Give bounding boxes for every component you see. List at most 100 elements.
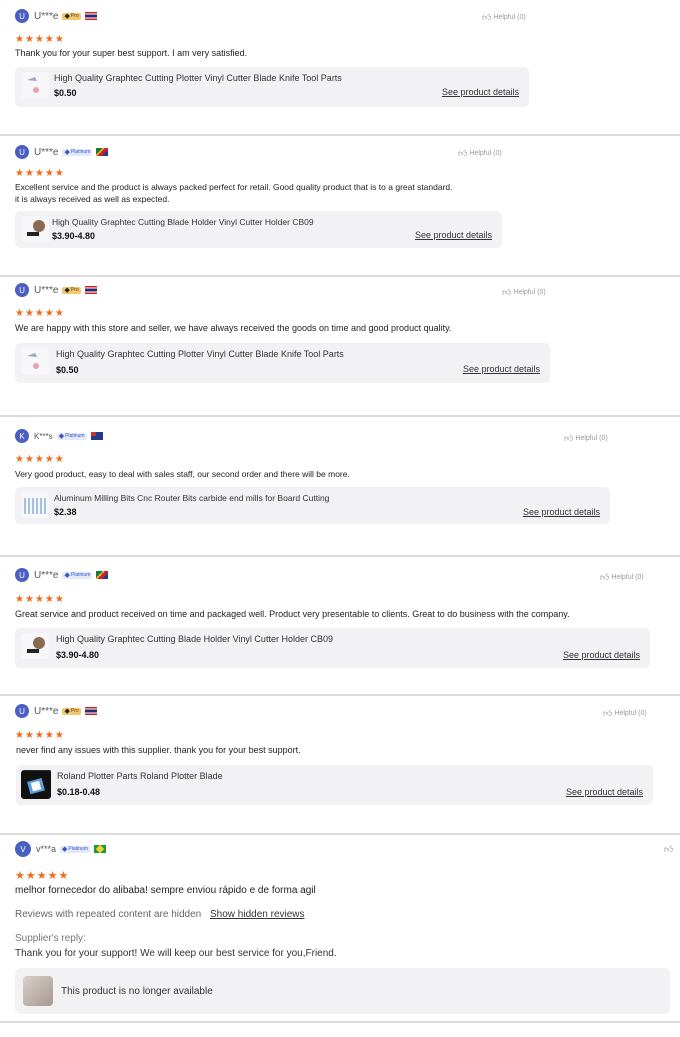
star-rating: ★★★★★ [15, 34, 65, 45]
pro-badge: ◆ Pro [62, 286, 81, 294]
thumbs-up-icon: 👍︎ [502, 287, 512, 297]
thumbs-up-icon: 👍︎ [603, 708, 613, 718]
helpful-button[interactable]: 👍︎ Helpful (0) [564, 433, 608, 444]
product-thumbnail [21, 633, 49, 659]
avatar: U [15, 568, 29, 582]
unavailable-product-card: This product is no longer available [15, 968, 670, 1014]
divider [0, 1021, 680, 1023]
supplier-reply-text: Thank you for your support! We will keep… [15, 948, 337, 959]
product-card[interactable]: High Quality Graphtec Cutting Blade Hold… [15, 211, 502, 248]
helpful-button[interactable]: 👍︎ Helpful (0) [600, 572, 644, 583]
south-africa-flag-icon [96, 148, 109, 156]
reviewer-name: U***e [34, 284, 59, 296]
diamond-icon: ◆ [64, 286, 70, 294]
platinum-badge: ◆ Platinum [62, 148, 93, 156]
product-name[interactable]: High Quality Graphtec Cutting Plotter Vi… [54, 73, 342, 83]
product-price: $0.50 [56, 365, 79, 375]
avatar: K [15, 429, 29, 443]
divider [0, 415, 680, 417]
review-card: U U***e ◆ Pro 👍︎ Helpful (0) ★★★★★ We are … [0, 278, 680, 396]
see-product-details-link[interactable]: See product details [563, 650, 640, 660]
review-card: U U***e ◆ Pro 👍︎ Helpful (0) ★★★★★ Thank y… [0, 0, 680, 118]
divider [0, 555, 680, 557]
reviewer-name: v***a [36, 844, 57, 854]
product-card[interactable]: High Quality Graphtec Cutting Plotter Vi… [15, 67, 529, 107]
review-text: Great service and product received on ti… [15, 609, 570, 619]
see-product-details-link[interactable]: See product details [523, 507, 600, 517]
star-rating: ★★★★★ [15, 870, 70, 882]
product-price: $0.50 [54, 88, 77, 98]
review-text: never find any issues with this supplier… [16, 745, 301, 755]
review-card: U U***e ◆ Platinum 👍︎ Helpful (0) ★★★★★ Ex… [0, 136, 680, 276]
diamond-icon: ◆ [64, 707, 70, 715]
divider [0, 275, 680, 277]
diamond-icon: ◆ [64, 571, 70, 579]
avatar: U [15, 283, 29, 297]
review-text: melhor fornecedor do alibaba! sempre env… [15, 885, 316, 896]
product-thumbnail [21, 72, 49, 98]
thumbs-up-icon: 👍︎ [482, 12, 492, 22]
product-price: $0.18-0.48 [57, 787, 101, 797]
thailand-flag-icon [84, 707, 97, 715]
reviewer-name: U***e [34, 705, 59, 717]
product-thumbnail [21, 770, 51, 799]
review-text: Excellent service and the product is alw… [15, 182, 453, 192]
avatar: V [15, 841, 31, 857]
show-hidden-reviews-link[interactable]: Show hidden reviews [210, 909, 305, 920]
helpful-button[interactable]: 👍︎ Helpful (0) [502, 287, 546, 298]
product-card[interactable]: High Quality Graphtec Cutting Plotter Vi… [15, 343, 550, 383]
review-card: U U***e ◆ Pro 👍︎ Helpful (0) ★★★★★ never f… [0, 697, 680, 815]
product-price: $3.90-4.80 [52, 231, 96, 241]
see-product-details-link[interactable]: See product details [566, 787, 643, 797]
product-name[interactable]: High Quality Graphtec Cutting Plotter Vi… [56, 349, 344, 359]
product-name[interactable]: High Quality Graphtec Cutting Blade Hold… [52, 217, 314, 227]
south-africa-flag-icon [96, 571, 109, 579]
helpful-button[interactable]: 👍︎ Helpful (0) [458, 148, 502, 159]
diamond-icon: ◆ [62, 845, 68, 853]
product-price: $3.90-4.80 [56, 650, 100, 660]
divider [0, 833, 680, 835]
pro-badge: ◆ Pro [62, 12, 81, 20]
review-card: U U***e ◆ Platinum 👍︎ Helpful (0) ★★★★★ Gr… [0, 558, 680, 676]
see-product-details-link[interactable]: See product details [442, 87, 519, 97]
product-name[interactable]: Aluminum Milling Bits Cnc Router Bits ca… [54, 493, 329, 503]
product-thumbnail [21, 492, 49, 518]
platinum-badge: ◆ Platinum [56, 432, 87, 440]
avatar: U [15, 9, 29, 23]
helpful-button[interactable]: 👍︎ Helpful (0) [603, 708, 647, 719]
australia-flag-icon [90, 432, 103, 440]
see-product-details-link[interactable]: See product details [415, 230, 492, 240]
star-rating: ★★★★★ [15, 454, 65, 465]
helpful-button[interactable]: 👍︎ [664, 844, 675, 855]
reviewer-name: K***s [34, 431, 53, 441]
helpful-button[interactable]: 👍︎ Helpful (0) [482, 12, 526, 23]
divider [0, 694, 680, 696]
reviewer-name: U***e [34, 10, 59, 22]
diamond-icon: ◆ [64, 148, 70, 156]
avatar: U [15, 145, 29, 159]
review-text-line-2: it is always received as well as expecte… [15, 194, 170, 204]
platinum-badge: ◆ Platinum [62, 571, 93, 579]
see-product-details-link[interactable]: See product details [463, 364, 540, 374]
product-card[interactable]: High Quality Graphtec Cutting Blade Hold… [15, 628, 650, 668]
product-name[interactable]: High Quality Graphtec Cutting Blade Hold… [56, 634, 333, 644]
thumbs-up-icon: 👍︎ [664, 844, 674, 854]
thumbs-up-icon: 👍︎ [600, 572, 610, 582]
product-thumbnail-placeholder [23, 976, 53, 1006]
product-thumbnail [21, 348, 49, 374]
product-thumbnail [21, 216, 49, 242]
pro-badge: ◆ Pro [62, 707, 81, 715]
review-text: Very good product, easy to deal with sal… [15, 469, 350, 479]
product-card[interactable]: Aluminum Milling Bits Cnc Router Bits ca… [15, 487, 610, 524]
star-rating: ★★★★★ [15, 168, 65, 179]
review-text: Thank you for your super best support. I… [15, 48, 248, 58]
brazil-flag-icon [93, 845, 106, 853]
product-name[interactable]: Roland Plotter Parts Roland Plotter Blad… [57, 771, 223, 781]
thailand-flag-icon [84, 12, 97, 20]
avatar: U [15, 704, 29, 718]
thumbs-up-icon: 👍︎ [458, 148, 468, 158]
product-price: $2.38 [54, 507, 77, 517]
product-card[interactable]: Roland Plotter Parts Roland Plotter Blad… [16, 765, 653, 805]
star-rating: ★★★★★ [15, 594, 65, 605]
reviewer-name: U***e [34, 146, 59, 158]
